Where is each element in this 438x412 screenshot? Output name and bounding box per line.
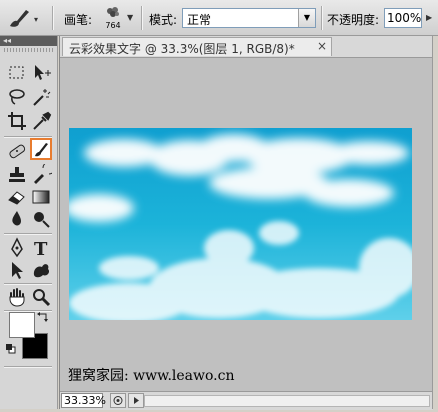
separator	[52, 6, 54, 30]
watermark-text: 狸窝家园: www.leawo.cn	[68, 368, 235, 384]
pen-icon	[11, 237, 23, 258]
rectangular-marquee-tool[interactable]	[6, 62, 28, 84]
custom-shape-tool[interactable]	[30, 259, 52, 281]
foreground-color-swatch[interactable]	[9, 312, 35, 338]
shape-icon	[33, 264, 50, 278]
status-bar: 33.33%	[60, 391, 433, 410]
opacity-label: 不透明度:	[327, 13, 380, 27]
lasso-icon	[9, 89, 25, 105]
mode-select[interactable]: 正常 ▼	[182, 8, 316, 28]
brush-label: 画笔:	[64, 13, 93, 27]
bandage-icon	[9, 144, 26, 159]
collapse-icon[interactable]: ◂◂	[3, 36, 11, 45]
eyedropper-icon	[33, 111, 52, 130]
brush-size: 764	[105, 21, 121, 30]
zoom-level-field[interactable]: 33.33%	[61, 393, 106, 408]
separator	[141, 6, 143, 30]
triangle-right-icon	[134, 397, 139, 404]
mode-dropdown-button[interactable]: ▼	[298, 9, 315, 27]
cloud-canvas-image[interactable]	[69, 128, 412, 320]
default-colors-icon	[6, 344, 16, 354]
blur-tool[interactable]	[6, 208, 28, 230]
magic-wand-icon	[33, 89, 51, 106]
mode-value: 正常	[187, 13, 212, 27]
svg-text:▾: ▾	[34, 15, 38, 24]
toolbox-divider	[4, 233, 52, 235]
magnifier-icon	[33, 289, 51, 307]
history-brush-tool[interactable]	[30, 164, 52, 186]
status-info-button[interactable]	[110, 393, 126, 408]
options-bar: ▾ 画笔: 764 ▼ 模式: 正常 ▼ 不透明度: 100% ▶	[0, 0, 438, 36]
crop-icon	[8, 112, 26, 130]
type-tool[interactable]: T	[30, 237, 52, 259]
dodge-icon	[34, 212, 50, 228]
toolbox-divider	[4, 366, 52, 368]
type-icon: T	[34, 239, 48, 259]
drop-icon	[12, 211, 21, 226]
hand-tool[interactable]	[6, 286, 28, 308]
tool-preset-picker[interactable]: ▾	[4, 6, 44, 30]
brush-icon: ▾	[10, 10, 38, 27]
mode-label: 模式:	[149, 13, 178, 27]
stamp-icon	[9, 167, 25, 182]
toolbox-divider	[4, 283, 52, 285]
history-brush-icon	[34, 164, 52, 184]
svg-text:T: T	[34, 239, 48, 259]
opacity-field[interactable]: 100%	[384, 8, 422, 28]
clone-stamp-tool[interactable]	[6, 164, 28, 186]
separator	[321, 6, 323, 30]
brush-tool[interactable]	[30, 138, 52, 160]
dodge-tool[interactable]	[30, 208, 52, 230]
eraser-tool[interactable]	[6, 186, 28, 208]
path-selection-tool[interactable]	[6, 259, 28, 281]
move-icon	[35, 65, 51, 80]
document-tab-title: 云彩效果文字 @ 33.3%(图层 1, RGB/8)*	[69, 42, 295, 56]
canvas-area[interactable]: 狸窝家园: www.leawo.cn	[60, 58, 433, 389]
horizontal-scrollbar[interactable]	[144, 395, 430, 407]
default-colors-button[interactable]	[6, 344, 16, 354]
status-menu-button[interactable]	[128, 393, 144, 408]
brush-tip-icon	[107, 7, 119, 17]
toolbox-grip[interactable]	[4, 48, 53, 52]
lasso-tool[interactable]	[6, 86, 28, 108]
arrow-icon	[12, 262, 23, 279]
opacity-dropdown-arrow[interactable]: ▶	[426, 13, 432, 22]
marquee-icon	[9, 66, 24, 79]
brush-dropdown-arrow[interactable]: ▼	[127, 13, 133, 22]
zoom-tool[interactable]	[30, 286, 52, 308]
document-tab[interactable]: 云彩效果文字 @ 33.3%(图层 1, RGB/8)* ×	[62, 37, 332, 56]
toolbox-header[interactable]: ◂◂	[0, 36, 57, 46]
info-icon	[113, 396, 123, 405]
opacity-value: 100%	[387, 11, 422, 25]
healing-brush-tool[interactable]	[6, 140, 28, 162]
pen-tool[interactable]	[6, 237, 28, 259]
document-window: 云彩效果文字 @ 33.3%(图层 1, RGB/8)* × 狸窝家园: www…	[59, 36, 433, 410]
magic-wand-tool[interactable]	[30, 86, 52, 108]
panel-dock-edge	[432, 36, 438, 409]
close-icon[interactable]: ×	[317, 39, 327, 53]
swap-colors-button[interactable]	[36, 310, 50, 324]
eraser-icon	[8, 191, 25, 205]
swap-arrow-icon	[37, 312, 48, 322]
move-tool[interactable]	[30, 62, 52, 84]
gradient-icon	[32, 190, 50, 204]
crop-tool[interactable]	[6, 110, 28, 132]
eyedropper-tool[interactable]	[30, 110, 52, 132]
toolbox: ◂◂ T	[0, 36, 58, 409]
hand-icon	[9, 288, 25, 307]
gradient-tool[interactable]	[30, 186, 52, 208]
paintbrush-icon	[35, 143, 48, 157]
document-tab-strip: 云彩效果文字 @ 33.3%(图层 1, RGB/8)* ×	[60, 36, 433, 58]
